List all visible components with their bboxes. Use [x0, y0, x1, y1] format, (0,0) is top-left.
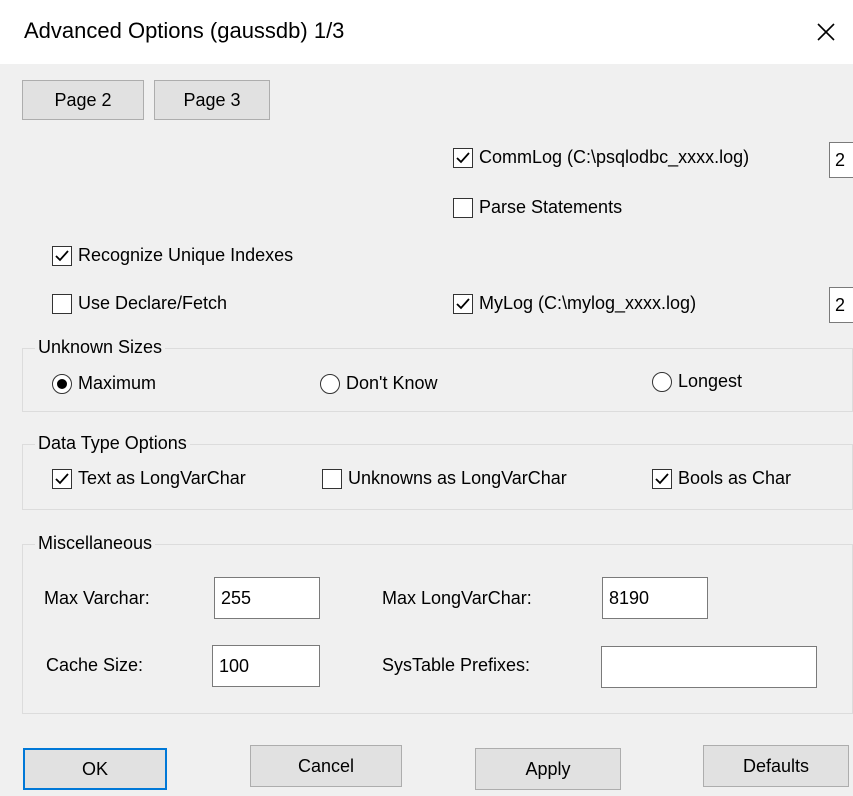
parse-statements-checkbox[interactable]: Parse Statements: [453, 197, 622, 218]
radio-maximum-label: Maximum: [78, 373, 157, 393]
defaults-button[interactable]: Defaults: [703, 745, 849, 787]
commlog-label: CommLog (C:\psqlodbc_xxxx.log): [479, 147, 750, 167]
title-bar[interactable]: Advanced Options (gaussdb) 1/3: [0, 0, 853, 64]
max-longvarchar-label: Max LongVarChar:: [382, 588, 532, 608]
text-as-longvarchar-label: Text as LongVarChar: [78, 468, 246, 488]
checkmark-icon: [55, 472, 69, 484]
radio-longest[interactable]: Longest: [652, 371, 742, 392]
unknown-sizes-title: Unknown Sizes: [35, 337, 166, 358]
radio-circle: [652, 371, 672, 392]
max-varchar-label: Max Varchar:: [44, 588, 150, 608]
max-varchar-input[interactable]: [214, 577, 320, 619]
miscellaneous-title: Miscellaneous: [35, 533, 156, 554]
commlog-checkbox[interactable]: CommLog (C:\psqlodbc_xxxx.log): [453, 147, 749, 168]
systable-prefixes-input[interactable]: [601, 646, 817, 688]
close-button[interactable]: [808, 14, 844, 50]
checkbox-box: [453, 197, 473, 218]
recognize-unique-indexes-checkbox[interactable]: Recognize Unique Indexes: [52, 245, 293, 266]
mylog-label: MyLog (C:\mylog_xxxx.log): [479, 293, 697, 313]
cache-size-label: Cache Size:: [46, 655, 144, 675]
bools-as-char-checkbox[interactable]: Bools as Char: [652, 468, 791, 489]
checkbox-box: [52, 245, 72, 266]
checkbox-box: [52, 468, 72, 489]
checkbox-box: [52, 293, 72, 314]
unknowns-as-longvarchar-checkbox[interactable]: Unknowns as LongVarChar: [322, 468, 567, 489]
cancel-button[interactable]: Cancel: [250, 745, 402, 787]
bools-as-char-label: Bools as Char: [678, 468, 792, 488]
checkbox-box: [453, 147, 473, 168]
data-type-options-title: Data Type Options: [35, 433, 190, 454]
miscellaneous-group: [22, 544, 853, 714]
commlog-level-input[interactable]: 2: [829, 142, 853, 178]
use-declare-fetch-label: Use Declare/Fetch: [78, 293, 228, 313]
text-as-longvarchar-checkbox[interactable]: Text as LongVarChar: [52, 468, 246, 489]
apply-button[interactable]: Apply: [475, 748, 621, 790]
systable-prefixes-label: SysTable Prefixes:: [382, 655, 531, 675]
page-3-button[interactable]: Page 3: [154, 80, 270, 120]
radio-dont-know-label: Don't Know: [346, 373, 438, 393]
checkbox-box: [652, 468, 672, 489]
radio-maximum[interactable]: Maximum: [52, 373, 156, 394]
cache-size-input[interactable]: [212, 645, 320, 687]
unknowns-as-longvarchar-label: Unknowns as LongVarChar: [348, 468, 567, 488]
checkmark-icon: [456, 151, 470, 163]
advanced-options-dialog: Advanced Options (gaussdb) 1/3 Page 2 Pa…: [0, 0, 853, 796]
mylog-level-input[interactable]: 2: [829, 287, 853, 323]
checkbox-box: [322, 468, 342, 489]
radio-circle: [52, 373, 72, 394]
use-declare-fetch-checkbox[interactable]: Use Declare/Fetch: [52, 293, 227, 314]
radio-longest-label: Longest: [678, 371, 743, 391]
mylog-checkbox[interactable]: MyLog (C:\mylog_xxxx.log): [453, 293, 696, 314]
window-title: Advanced Options (gaussdb) 1/3: [24, 18, 345, 43]
checkmark-icon: [655, 472, 669, 484]
radio-selected-dot: [57, 378, 67, 389]
checkmark-icon: [55, 249, 69, 261]
ok-button[interactable]: OK: [23, 748, 167, 790]
max-longvarchar-input[interactable]: [602, 577, 708, 619]
page-2-button[interactable]: Page 2: [22, 80, 144, 120]
radio-circle: [320, 373, 340, 394]
close-icon: [817, 23, 835, 41]
checkbox-box: [453, 293, 473, 314]
radio-dont-know[interactable]: Don't Know: [320, 373, 438, 394]
recognize-unique-indexes-label: Recognize Unique Indexes: [78, 245, 294, 265]
parse-statements-label: Parse Statements: [479, 197, 623, 217]
checkmark-icon: [456, 297, 470, 309]
